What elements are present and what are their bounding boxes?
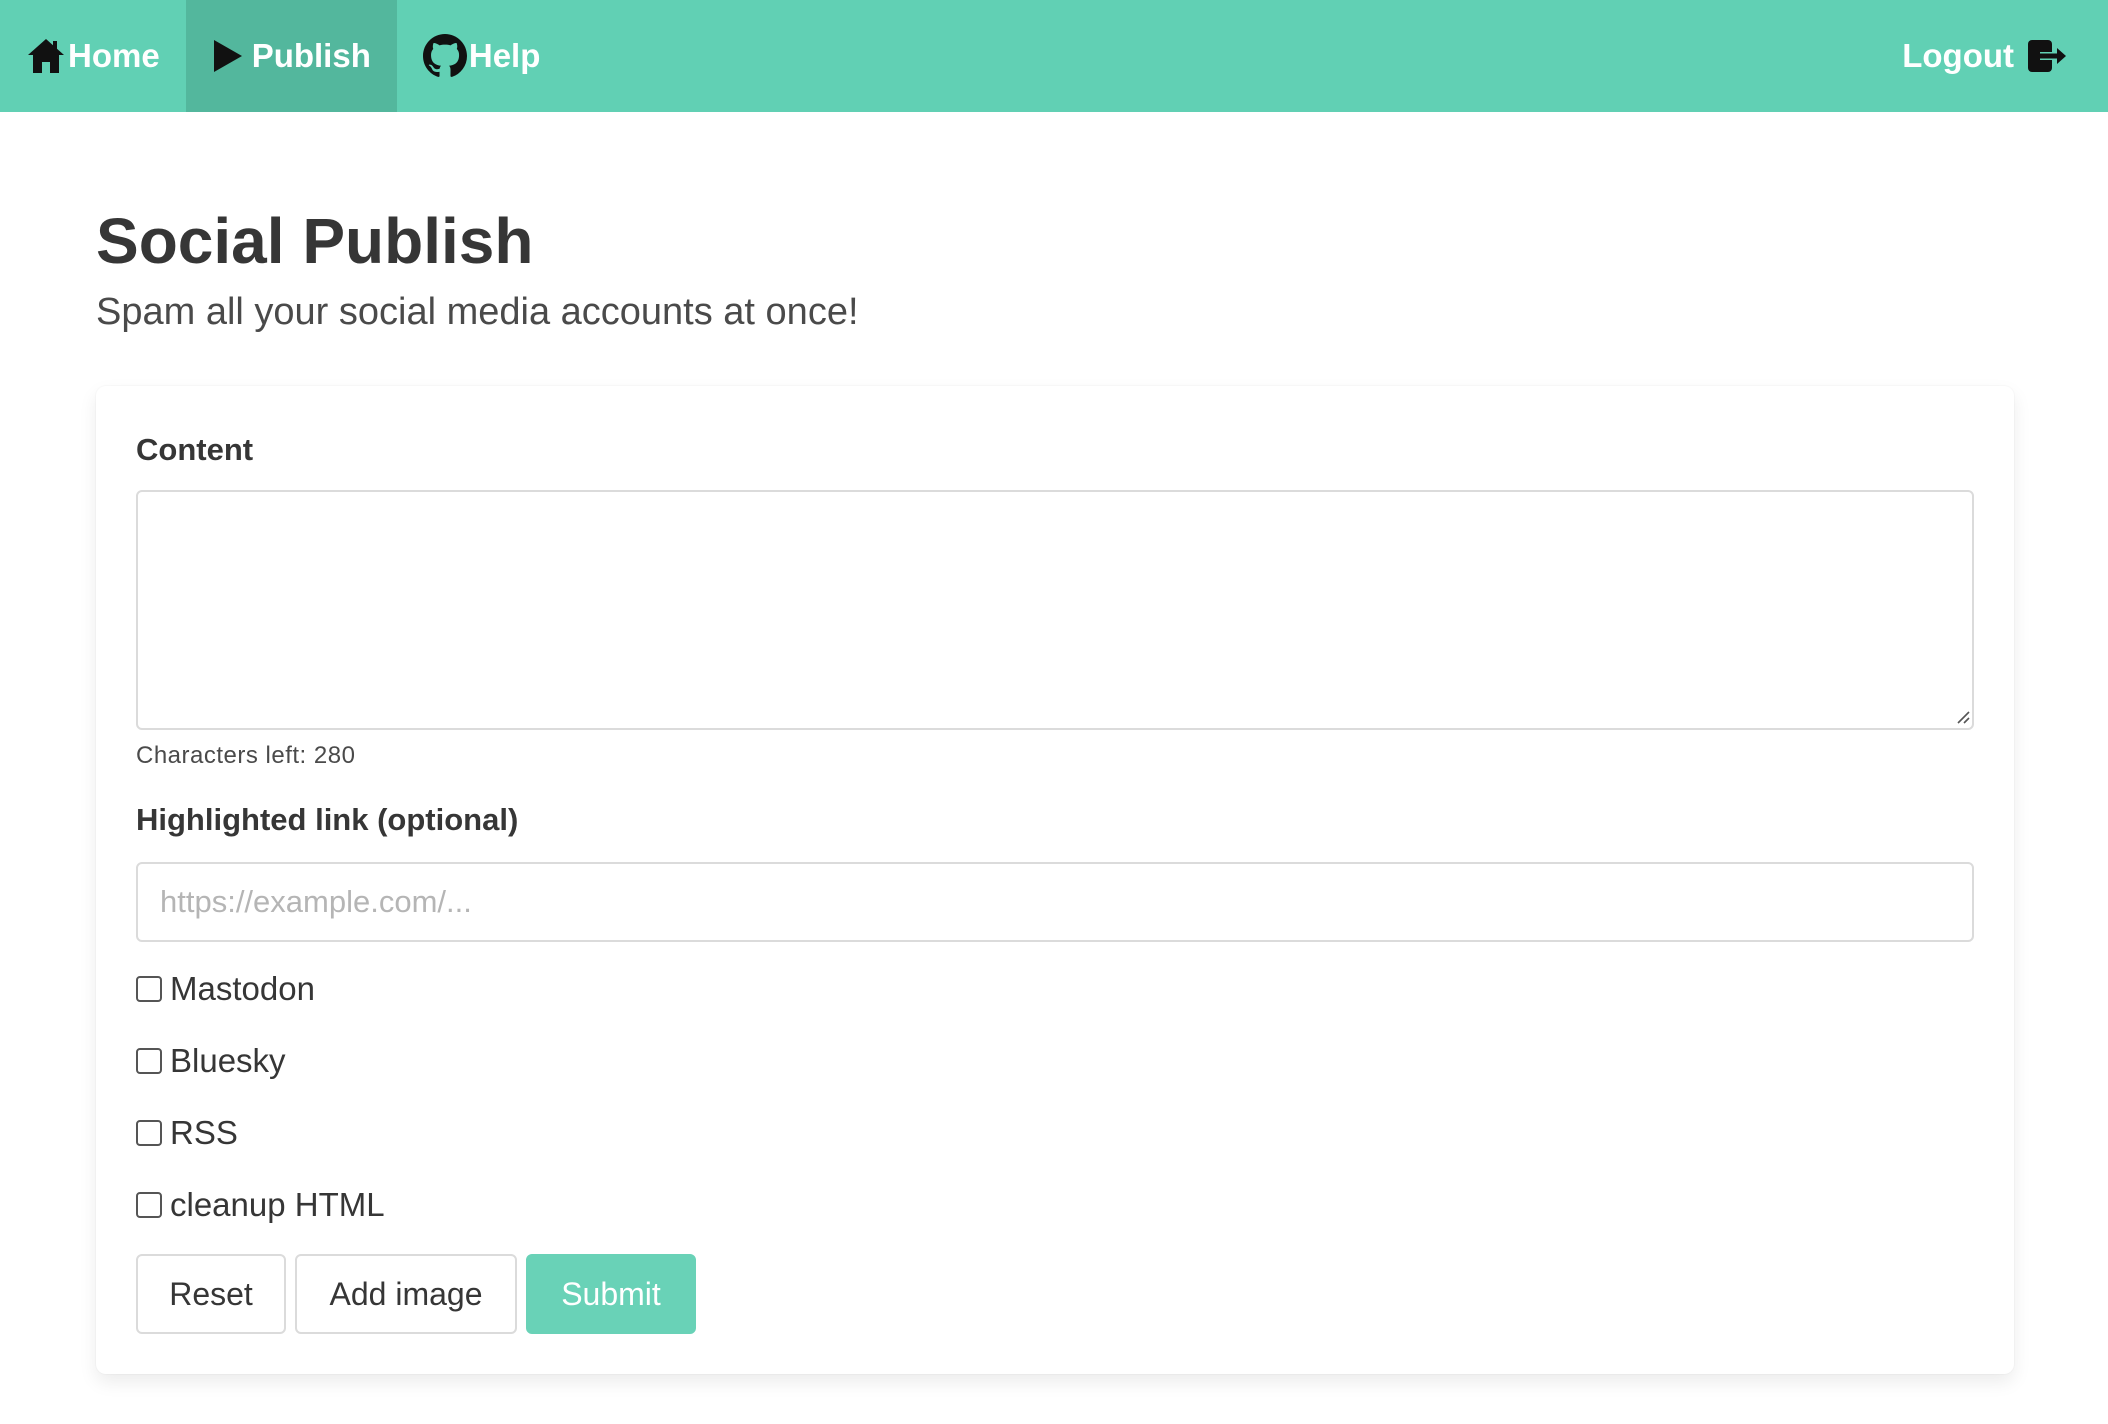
checkbox-rss[interactable]: RSS: [136, 1114, 238, 1152]
page-title: Social Publish: [96, 205, 534, 277]
checkbox-label: Mastodon: [170, 970, 315, 1007]
checkbox-label: Bluesky: [170, 1042, 286, 1079]
resize-grip-icon[interactable]: [1954, 708, 1970, 724]
checkbox-label: RSS: [170, 1114, 238, 1151]
publish-form-card: Content Characters left: 280 Highlighted…: [96, 386, 2014, 1374]
checkbox-square[interactable]: [136, 976, 162, 1002]
nav-home-label: Home: [68, 37, 160, 74]
nav-home-link[interactable]: Home: [0, 0, 186, 112]
nav-help-link[interactable]: Help: [397, 0, 567, 112]
checkbox-mastodon[interactable]: Mastodon: [136, 970, 315, 1008]
add-image-button[interactable]: Add image: [295, 1254, 517, 1334]
checkbox-bluesky[interactable]: Bluesky: [136, 1042, 286, 1080]
checkbox-cleanup-html[interactable]: cleanup HTML: [136, 1186, 385, 1224]
checkbox-square[interactable]: [136, 1120, 162, 1146]
nav-publish-label: Publish: [251, 37, 371, 74]
nav-publish-link[interactable]: Publish: [185, 0, 397, 112]
checkbox-square[interactable]: [136, 1048, 162, 1074]
page-subtitle: Spam all your social media accounts at o…: [96, 291, 859, 333]
content-textarea[interactable]: [136, 490, 1974, 730]
github-icon: [422, 34, 467, 78]
checkbox-square[interactable]: [136, 1192, 162, 1218]
play-icon: [212, 38, 244, 74]
nav-logout-label: Logout: [1902, 37, 2014, 74]
link-input[interactable]: [136, 862, 1974, 942]
nav-help-label: Help: [468, 37, 541, 74]
submit-button[interactable]: Submit: [526, 1254, 696, 1334]
link-label: Highlighted link (optional): [136, 802, 519, 837]
home-icon: [26, 36, 66, 76]
content-label: Content: [136, 432, 254, 467]
checkbox-label: cleanup HTML: [170, 1186, 385, 1223]
nav-logout-link[interactable]: Logout: [1876, 0, 2108, 112]
sign-out-icon: [2026, 38, 2068, 74]
reset-button[interactable]: Reset: [136, 1254, 286, 1334]
characters-left-text: Characters left: 280: [136, 742, 356, 769]
top-navbar: Home Publish Help Logout: [0, 0, 2108, 112]
